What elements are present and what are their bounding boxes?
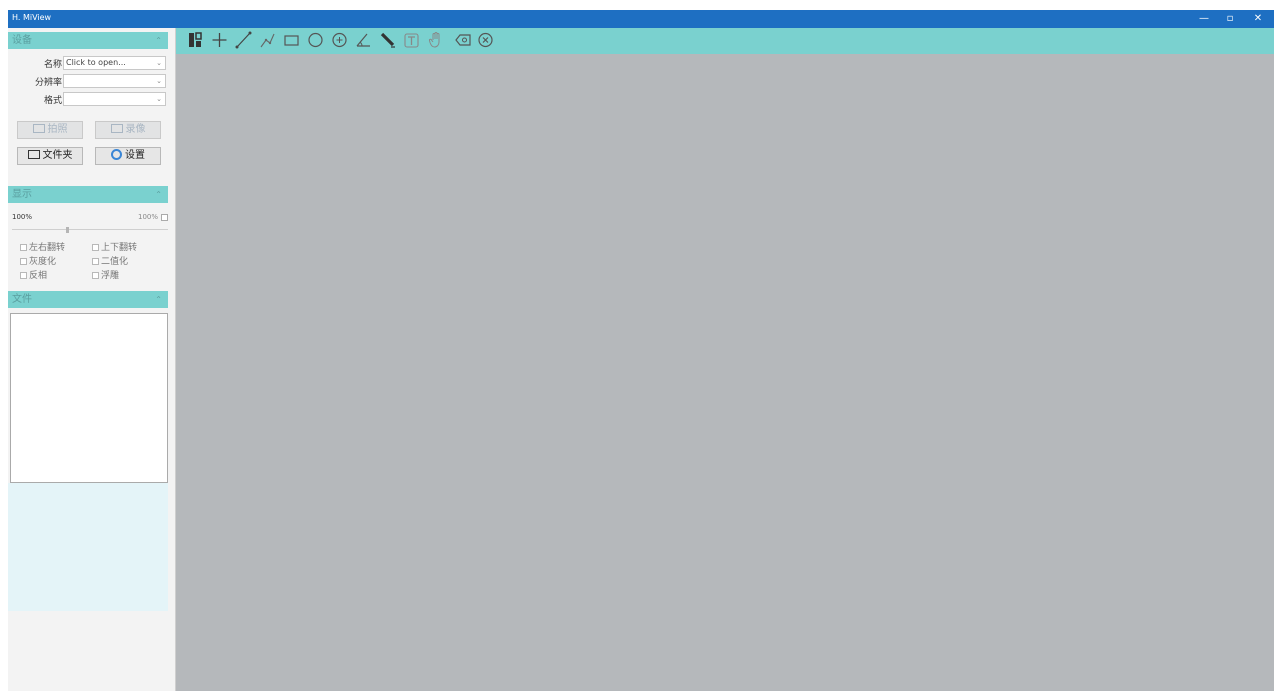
info-area	[8, 483, 168, 611]
capture-button-label: 拍照	[47, 124, 68, 135]
maximize-button[interactable]: ▫	[1220, 11, 1240, 27]
chevron-down-icon: ⌄	[156, 95, 162, 103]
binarize-label: 二值化	[101, 257, 129, 267]
resolution-label: 分辨率	[34, 78, 62, 88]
clear-icon[interactable]	[476, 30, 495, 50]
pen-icon[interactable]	[378, 30, 397, 50]
app-window: H. MiView — ▫ ✕ 设备 ⌃ 名称 Click to open...…	[8, 10, 1274, 691]
checkbox-box	[20, 272, 27, 279]
invert-label: 反相	[29, 271, 48, 281]
window-title: H. MiView	[12, 13, 52, 22]
line-icon[interactable]	[234, 30, 253, 50]
flip-vertical-label: 上下翻转	[101, 243, 138, 253]
display-section-title: 显示	[12, 189, 32, 200]
device-section-title: 设备	[12, 35, 32, 46]
zoom-checkbox[interactable]	[161, 214, 168, 221]
close-button[interactable]: ✕	[1248, 11, 1268, 27]
settings-button[interactable]: 设置	[95, 147, 161, 165]
folder-button-label: 文件夹	[42, 150, 73, 161]
title-bar: H. MiView — ▫ ✕	[8, 10, 1274, 28]
checkbox-box	[20, 258, 27, 265]
binarize-checkbox[interactable]: 二值化	[92, 254, 129, 267]
flip-vertical-checkbox[interactable]: 上下翻转	[92, 240, 138, 253]
device-name-row: 名称 Click to open... ⌄	[12, 56, 168, 70]
polyline-icon[interactable]	[258, 30, 277, 50]
camera-icon	[32, 124, 45, 133]
record-button[interactable]: 录像	[95, 121, 161, 139]
eraser-icon[interactable]	[454, 30, 473, 50]
zoom-slider-thumb[interactable]	[66, 227, 69, 233]
rectangle-icon[interactable]	[282, 30, 301, 50]
invert-checkbox[interactable]: 反相	[20, 268, 48, 281]
format-label: 格式	[43, 96, 62, 106]
chevron-down-icon: ⌄	[156, 59, 162, 67]
folder-button[interactable]: 文件夹	[17, 147, 83, 165]
compare-icon[interactable]	[186, 30, 205, 50]
files-section-title: 文件	[12, 294, 32, 305]
circle-icon[interactable]	[306, 30, 325, 50]
angle-icon[interactable]	[354, 30, 373, 50]
hand-icon[interactable]	[426, 30, 445, 50]
flip-horizontal-label: 左右翻转	[29, 243, 66, 253]
settings-button-label: 设置	[125, 150, 145, 161]
left-panel: 设备 ⌃ 名称 Click to open... ⌄ 分辨率 ⌄ 格式 ⌄ 拍照…	[8, 28, 176, 691]
device-name-label: 名称	[43, 60, 62, 70]
flip-horizontal-checkbox[interactable]: 左右翻转	[20, 240, 66, 253]
format-row: 格式 ⌄	[12, 92, 168, 106]
file-list[interactable]	[10, 313, 168, 483]
chevron-down-icon: ⌄	[156, 77, 162, 85]
gear-icon	[111, 149, 122, 160]
zoom-slider-track	[12, 229, 168, 230]
grayscale-checkbox[interactable]: 灰度化	[20, 254, 57, 267]
record-button-label: 录像	[125, 124, 146, 135]
circle-center-icon[interactable]	[330, 30, 349, 50]
folder-icon	[27, 150, 40, 159]
checkbox-box	[92, 258, 99, 265]
emboss-checkbox[interactable]: 浮雕	[92, 268, 120, 281]
capture-button[interactable]: 拍照	[17, 121, 83, 139]
display-section-header[interactable]: 显示 ⌃	[8, 186, 168, 203]
minimize-button[interactable]: —	[1194, 11, 1214, 27]
chevron-up-icon[interactable]: ⌃	[155, 32, 162, 49]
zoom-slider[interactable]	[12, 227, 168, 233]
checkbox-box	[92, 272, 99, 279]
files-section-header[interactable]: 文件 ⌃	[8, 291, 168, 308]
format-select[interactable]: ⌄	[63, 92, 166, 106]
emboss-label: 浮雕	[101, 271, 120, 281]
crosshair-icon[interactable]	[210, 30, 229, 50]
zoom-min-label: 100%	[12, 213, 33, 221]
zoom-value-label: 100%	[137, 213, 158, 221]
video-icon	[110, 124, 123, 133]
text-icon[interactable]	[402, 30, 421, 50]
checkbox-box	[92, 244, 99, 251]
resolution-select[interactable]: ⌄	[63, 74, 166, 88]
image-canvas[interactable]	[176, 54, 1274, 691]
zoom-row: 100% 100%	[12, 213, 168, 225]
device-name-value: Click to open...	[66, 58, 126, 67]
toolbar	[176, 28, 1274, 54]
device-name-select[interactable]: Click to open... ⌄	[63, 56, 166, 70]
resolution-row: 分辨率 ⌄	[12, 74, 168, 88]
device-section-header[interactable]: 设备 ⌃	[8, 32, 168, 49]
chevron-up-icon[interactable]: ⌃	[155, 186, 162, 203]
chevron-up-icon[interactable]: ⌃	[155, 291, 162, 308]
checkbox-box	[20, 244, 27, 251]
grayscale-label: 灰度化	[29, 257, 57, 267]
